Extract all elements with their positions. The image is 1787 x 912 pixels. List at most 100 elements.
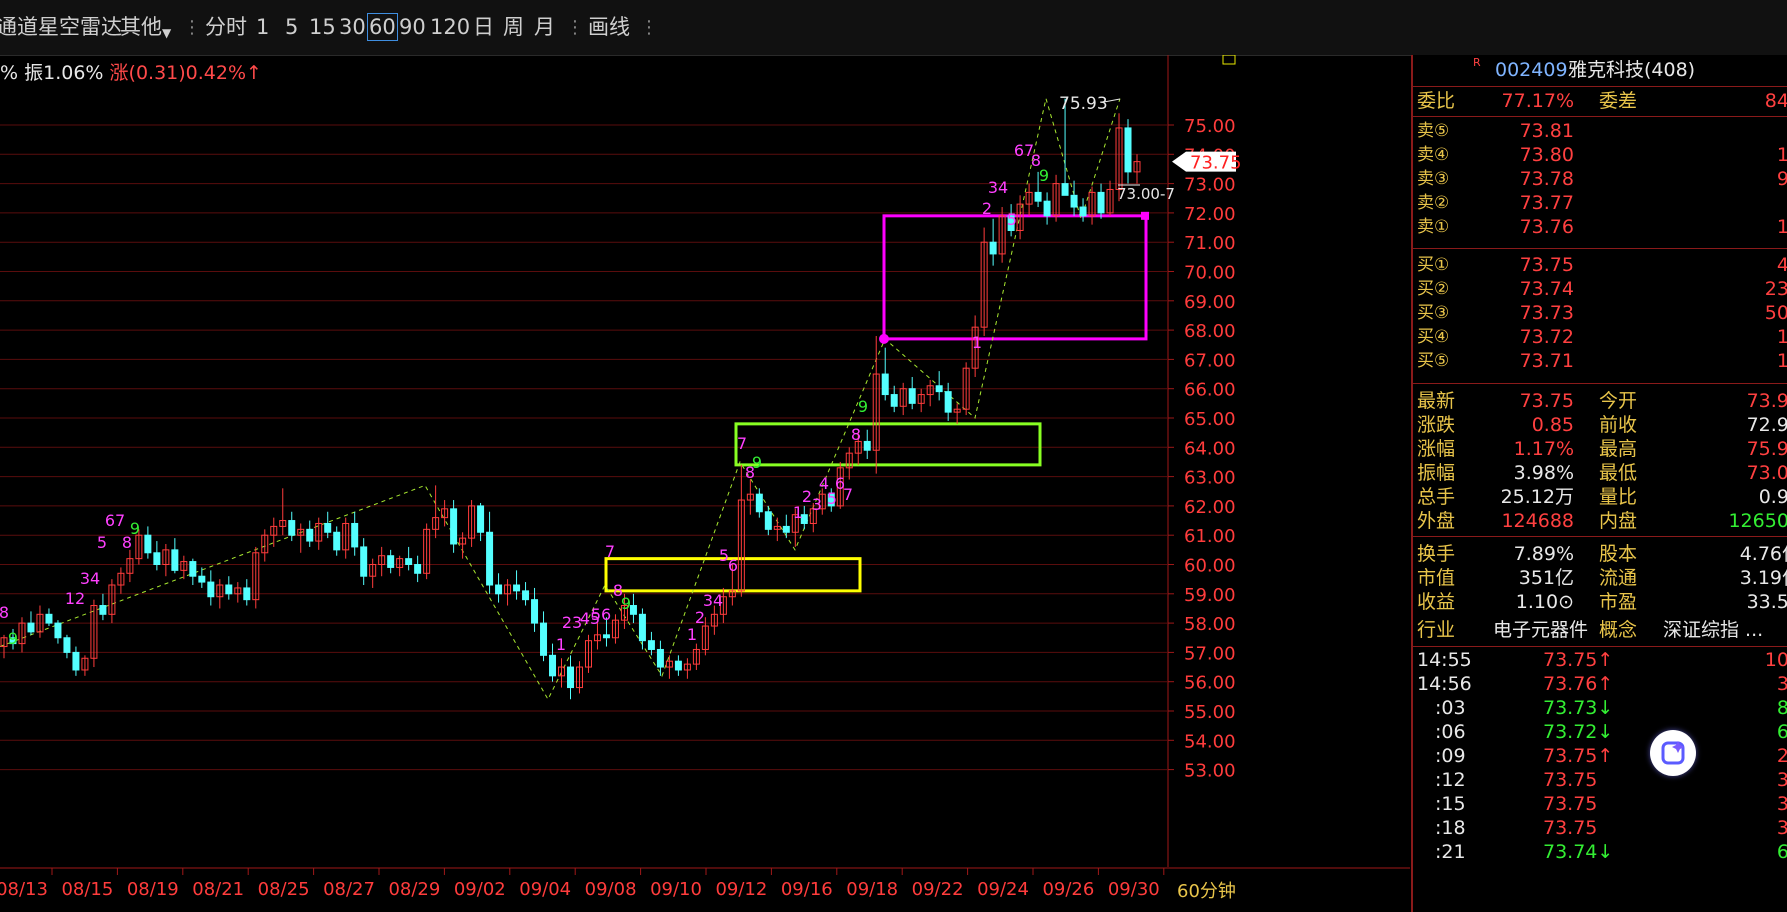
candle-body xyxy=(764,511,772,530)
x-tick-label: 09/02 xyxy=(454,879,506,900)
stat-row: 总手 25.12万 量比 0.98 xyxy=(1413,484,1787,511)
candle-body xyxy=(863,440,871,451)
buy-price[interactable]: 73.73 xyxy=(1520,300,1574,327)
stat-label: 最低 xyxy=(1599,462,1638,484)
x-tick-label: 09/24 xyxy=(977,879,1029,900)
tick-price: 73.75 xyxy=(1543,817,1598,839)
tick-time: :09 xyxy=(1435,745,1466,767)
stat-row: 涨跌 0.85 前收 72.90 xyxy=(1413,412,1787,439)
seq-count-label: 34 xyxy=(988,178,1008,197)
sell-price[interactable]: 73.76 xyxy=(1520,214,1574,241)
period-1[interactable]: 1 xyxy=(256,14,269,40)
seq-count-label: 1 xyxy=(972,333,982,352)
amp-label: 振 xyxy=(24,62,44,84)
candle-body xyxy=(333,531,341,551)
candlestick-chart[interactable]: 75.0074.0073.0072.0071.0070.0069.0068.00… xyxy=(0,55,1410,912)
stat-value: 73.03 xyxy=(1746,462,1787,484)
period-90[interactable]: 90 xyxy=(399,14,426,40)
tick-volume: 24 xyxy=(1776,745,1787,767)
y-tick-label: 67.00 xyxy=(1184,350,1236,371)
candle-body xyxy=(1034,191,1042,202)
period-120[interactable]: 120 xyxy=(430,14,470,40)
concept-value[interactable]: 深证综指 ... xyxy=(1663,617,1763,644)
y-tick-label: 68.00 xyxy=(1184,321,1236,342)
seq-count-label: 8 xyxy=(851,425,861,444)
wei-cha-label: 委差 xyxy=(1599,90,1638,112)
period-month[interactable]: 月 xyxy=(534,14,555,40)
period-week[interactable]: 周 xyxy=(503,14,524,40)
industry-label: 行业 xyxy=(1417,619,1456,641)
draw-line-button[interactable]: 画线 xyxy=(588,14,630,40)
period-15[interactable]: 15 xyxy=(309,14,336,40)
period-30[interactable]: 30 xyxy=(339,14,366,40)
assistant-icon xyxy=(1661,741,1685,765)
separator-icon: ⋮ xyxy=(566,17,584,38)
high-price-label: 75.93 xyxy=(1059,94,1108,114)
tick-time: :18 xyxy=(1435,817,1466,839)
sell-label: 卖② xyxy=(1417,193,1450,213)
dropdown-arrow-icon[interactable]: ▼ xyxy=(162,20,171,46)
candle-body xyxy=(486,531,494,586)
tick-volume: 61 xyxy=(1776,841,1787,863)
seq-count-label: 1 xyxy=(556,635,566,654)
sell-row: 卖③ 73.78 99 xyxy=(1413,166,1787,193)
buy-price[interactable]: 73.71 xyxy=(1520,348,1574,375)
y-tick-label: 53.00 xyxy=(1184,761,1236,782)
tick-row: :12 73.75 36 xyxy=(1413,767,1787,794)
low-price-label: 73.00-7 xyxy=(1117,185,1175,203)
period-5[interactable]: 5 xyxy=(285,14,298,40)
buy-price[interactable]: 73.75 xyxy=(1520,252,1574,279)
period-minute[interactable]: 分时 xyxy=(205,14,247,40)
buy-row: 买① 73.75 44 xyxy=(1413,252,1787,279)
tab-channel[interactable]: 通道 xyxy=(0,14,38,40)
stock-header: R 002409 雅克科技(408) xyxy=(1413,55,1787,85)
seq-count-label: 67 xyxy=(105,511,125,530)
wei-bi-row: 委比 77.17% 委差 845 xyxy=(1413,88,1787,115)
menu-other[interactable]: 其他 xyxy=(120,14,162,40)
stat-row: 外盘 124688 内盘 126505 xyxy=(1413,508,1787,535)
tick-volume: 35 xyxy=(1776,793,1787,815)
candle-body xyxy=(629,605,637,615)
seq-count-label: 2 xyxy=(982,199,992,218)
candle-body xyxy=(207,581,215,598)
chart-canvas[interactable]: 75.0074.0073.0072.0071.0070.0069.0068.00… xyxy=(0,55,1410,912)
stat-label: 市盈 xyxy=(1599,591,1638,613)
sell-price[interactable]: 73.80 xyxy=(1520,142,1574,169)
tick-price: 73.72↓ xyxy=(1543,721,1614,743)
sell-price[interactable]: 73.81 xyxy=(1520,118,1574,145)
industry-value[interactable]: 电子元器件 xyxy=(1493,617,1588,644)
stat-label: 最高 xyxy=(1599,438,1638,460)
tab-star-radar[interactable]: 星空雷达 xyxy=(38,14,122,40)
stat-label: 收益 xyxy=(1417,591,1456,613)
tick-time: :15 xyxy=(1435,793,1466,815)
candle-body xyxy=(450,508,458,545)
stat-row: 市值 351亿 流通 3.19亿 xyxy=(1413,565,1787,592)
sell-price[interactable]: 73.78 xyxy=(1520,166,1574,193)
period-label: 60分钟 xyxy=(1177,881,1236,902)
toolbar: 通道 星空雷达 其他 ▼ ⋮ 分时 1 5 15 30 60 90 120 日 … xyxy=(0,0,1787,56)
buy-row: 买⑤ 73.71 16 xyxy=(1413,348,1787,375)
candle-body xyxy=(674,660,682,671)
candle-body xyxy=(288,520,296,536)
stock-code: 002409 xyxy=(1495,59,1568,81)
tick-volume: 85 xyxy=(1776,697,1787,719)
seq-count-label: 3 xyxy=(812,495,822,514)
stat-row: 振幅 3.98% 最低 73.03 xyxy=(1413,460,1787,487)
candle-body xyxy=(890,394,898,407)
seq-count-label: 9 xyxy=(130,519,140,538)
period-60[interactable]: 60 xyxy=(367,13,398,41)
period-day[interactable]: 日 xyxy=(473,14,494,40)
buy-price[interactable]: 73.72 xyxy=(1520,324,1574,351)
candle-body xyxy=(1079,206,1087,217)
x-tick-label: 09/22 xyxy=(912,879,964,900)
tick-volume: 101 xyxy=(1764,649,1787,671)
stat-row: 换手 7.89% 股本 4.76亿 xyxy=(1413,541,1787,568)
seq-count-label: 8 xyxy=(0,603,9,622)
candle-body xyxy=(360,546,368,577)
wei-bi-value: 77.17% xyxy=(1501,90,1574,112)
buy-price[interactable]: 73.74 xyxy=(1520,276,1574,303)
candle-body xyxy=(1061,183,1069,196)
sell-price[interactable]: 73.77 xyxy=(1520,190,1574,217)
buy-label: 买① xyxy=(1417,255,1450,275)
assistant-float-button[interactable] xyxy=(1650,730,1696,776)
